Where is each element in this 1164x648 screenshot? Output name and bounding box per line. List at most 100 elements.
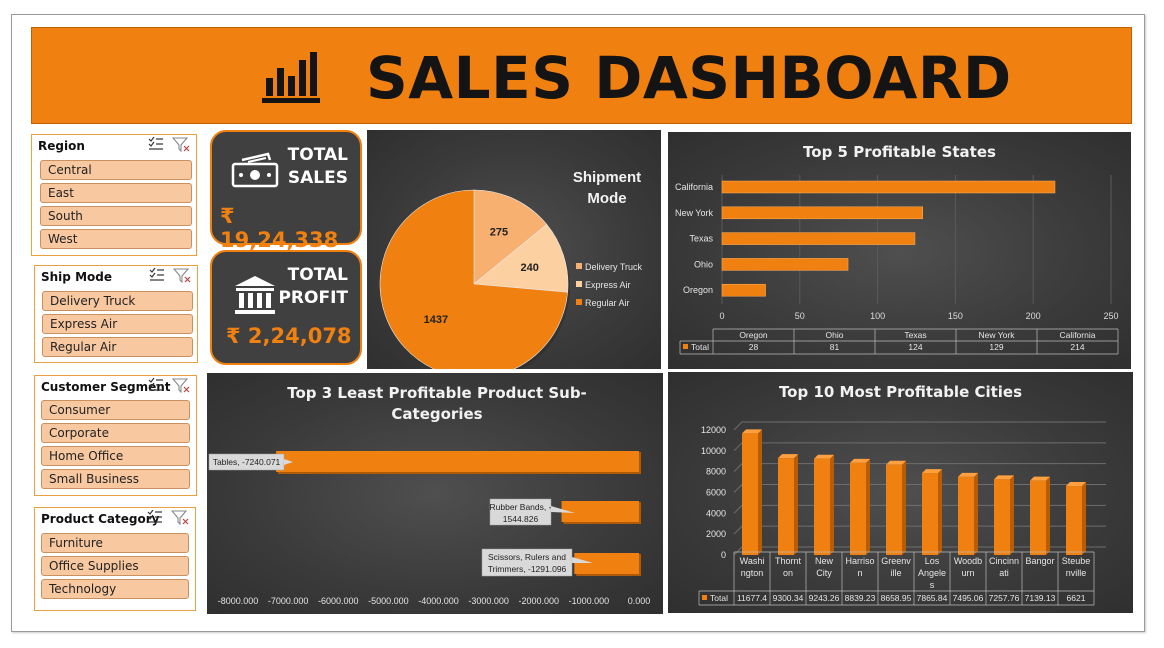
slicer-item-central[interactable]: Central bbox=[40, 160, 192, 180]
table-cell: 7865.84 bbox=[917, 593, 948, 603]
x-tick-label: -4000.000 bbox=[418, 596, 459, 606]
clear-filter-icon[interactable] bbox=[172, 137, 190, 152]
kpi-sales-title-1: TOTAL bbox=[287, 145, 348, 165]
slicer-product-category: Product Category Furniture Office Supplies… bbox=[34, 507, 196, 611]
multi-select-icon[interactable] bbox=[148, 378, 164, 392]
bar-scissors-rulers-and-trimmers[interactable] bbox=[574, 553, 639, 574]
column-greenville[interactable] bbox=[886, 464, 902, 555]
legend-swatch bbox=[576, 263, 582, 269]
x-category-label: Los bbox=[925, 556, 940, 566]
column-harrison[interactable] bbox=[850, 462, 866, 555]
x-category-label: New bbox=[815, 556, 834, 566]
x-tick-label: 50 bbox=[795, 311, 805, 321]
slicer-item-delivery-truck[interactable]: Delivery Truck bbox=[42, 291, 193, 311]
kpi-profit-title-1: TOTAL bbox=[287, 265, 348, 285]
bar-tables[interactable] bbox=[276, 451, 639, 472]
column-washington[interactable] bbox=[742, 433, 758, 555]
column-los-angeles[interactable] bbox=[922, 473, 938, 555]
slicer-item-consumer[interactable]: Consumer bbox=[41, 400, 190, 420]
x-category-label: nville bbox=[1066, 568, 1087, 578]
column-side bbox=[794, 454, 798, 555]
x-tick-label: -5000.000 bbox=[368, 596, 409, 606]
pie-data-label: 1437 bbox=[424, 314, 448, 326]
slicer-item-west[interactable]: West bbox=[40, 229, 192, 249]
y-tick-label: 12000 bbox=[701, 425, 726, 435]
y-tick-label: 8000 bbox=[706, 467, 726, 477]
total-profit-value: ₹ 2,24,078 bbox=[226, 324, 352, 348]
shipment-mode-chart: 275 240 1437 Shipment Mode Delivery Truck Expr… bbox=[379, 169, 643, 381]
data-label: Tables, -7240.071 bbox=[213, 457, 281, 467]
x-tick-label: -3000.000 bbox=[468, 596, 509, 606]
slicer-title: Product Category bbox=[41, 512, 160, 526]
x-tick-label: -6000.000 bbox=[318, 596, 359, 606]
least-profitable-panel: Top 3 Least Profitable Product Sub-Categ… bbox=[207, 373, 663, 614]
bar-ohio[interactable] bbox=[721, 258, 849, 271]
legend-label: Delivery Truck bbox=[585, 262, 643, 272]
clear-filter-icon[interactable] bbox=[172, 378, 190, 393]
y-tick-label: 2000 bbox=[706, 529, 726, 539]
bar-california[interactable] bbox=[721, 180, 1056, 194]
gridline bbox=[733, 421, 1106, 431]
slicer-item-regular-air[interactable]: Regular Air bbox=[42, 337, 193, 357]
multi-select-icon[interactable] bbox=[148, 137, 164, 151]
clear-filter-icon[interactable] bbox=[173, 268, 191, 283]
table-cell: 11677.4 bbox=[737, 593, 767, 603]
x-category-label: Woodb bbox=[954, 556, 982, 566]
header-banner: SALES DASHBOARD bbox=[31, 27, 1132, 124]
column-woodburn[interactable] bbox=[958, 476, 974, 555]
table-cell: 6621 bbox=[1067, 593, 1086, 603]
bar-chart-icon bbox=[262, 52, 320, 103]
chart-title: Mode bbox=[587, 190, 626, 207]
column-cincinnati[interactable] bbox=[994, 479, 1010, 555]
x-tick-label: 0.000 bbox=[628, 596, 651, 606]
multi-select-icon[interactable] bbox=[147, 510, 163, 524]
slicer-controls bbox=[147, 510, 189, 525]
legend-swatch bbox=[702, 595, 707, 600]
column-side bbox=[1010, 475, 1014, 555]
table-cell: 8839.23 bbox=[845, 593, 876, 603]
bar-rubber-bands[interactable] bbox=[561, 501, 639, 522]
x-tick-label: -7000.000 bbox=[268, 596, 309, 606]
slicer-item-south[interactable]: South bbox=[40, 206, 192, 226]
least-profitable-chart: -8000.000 -7000.000 -6000.000 -5000.000 -400… bbox=[208, 451, 651, 606]
table-header: Texas bbox=[904, 330, 926, 340]
column-side bbox=[1046, 476, 1050, 555]
slicer-item-express-air[interactable]: Express Air bbox=[42, 314, 193, 334]
y-tick-label: 10000 bbox=[701, 446, 726, 456]
column-steubenville[interactable] bbox=[1066, 486, 1082, 555]
bar-texas[interactable] bbox=[721, 232, 916, 245]
x-category-label: Harriso bbox=[845, 556, 874, 566]
slicer-item-home-office[interactable]: Home Office bbox=[41, 446, 190, 466]
slicer-item-technology[interactable]: Technology bbox=[41, 579, 189, 599]
column-side bbox=[758, 429, 762, 555]
column-thornton[interactable] bbox=[778, 458, 794, 555]
table-cell: 129 bbox=[989, 342, 1003, 352]
top-cities-chart: 0 2000 4000 6000 8000 10000 12000 Total Washi ngt… bbox=[698, 421, 1106, 606]
column-new-city[interactable] bbox=[814, 458, 830, 555]
slicer-item-office-supplies[interactable]: Office Supplies bbox=[41, 556, 189, 576]
slicer-item-small-business[interactable]: Small Business bbox=[41, 469, 190, 489]
clear-filter-icon[interactable] bbox=[171, 510, 189, 525]
table-cell: 81 bbox=[830, 342, 840, 352]
column-side bbox=[830, 454, 834, 555]
slicer-customer-segment: Customer Segment Consumer Corporate Home Of… bbox=[34, 375, 197, 496]
multi-select-icon[interactable] bbox=[149, 268, 165, 282]
bar-oregon[interactable] bbox=[721, 283, 766, 297]
slicer-item-east[interactable]: East bbox=[40, 183, 192, 203]
cash-icon bbox=[231, 152, 279, 188]
slicer-item-corporate[interactable]: Corporate bbox=[41, 423, 190, 443]
slicer-controls bbox=[148, 378, 190, 393]
kpi-profit-title-2: PROFIT bbox=[278, 288, 348, 308]
table-header: New York bbox=[979, 330, 1016, 340]
bar-new-york[interactable] bbox=[721, 206, 923, 220]
table-header: California bbox=[1060, 330, 1096, 340]
legend-swatch bbox=[576, 299, 582, 305]
total-profit-card: TOTAL PROFIT ₹ 2,24,078 bbox=[210, 250, 362, 365]
page-title: SALES DASHBOARD bbox=[366, 44, 1012, 112]
x-tick-label: 150 bbox=[948, 311, 963, 321]
slicer-item-furniture[interactable]: Furniture bbox=[41, 533, 189, 553]
x-category-label: urn bbox=[961, 568, 974, 578]
x-category-label: ati bbox=[999, 568, 1009, 578]
column-bangor[interactable] bbox=[1030, 480, 1046, 555]
table-header: Oregon bbox=[739, 330, 768, 340]
